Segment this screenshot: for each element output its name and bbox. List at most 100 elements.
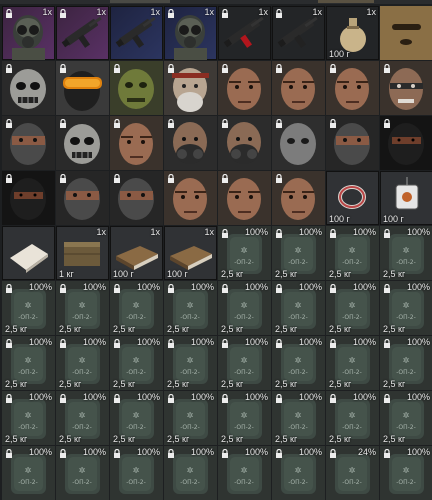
inventory-slot[interactable]: 1x [56,6,109,60]
inventory-slot[interactable]: ✲ -ОП-2- 100% 2,5 кг [110,391,163,445]
item-quantity: 1x [312,7,322,17]
inventory-slot[interactable]: 1x [218,6,271,60]
inventory-slot[interactable]: 1x 100 г [164,226,217,280]
svg-text:-ОП-2-: -ОП-2- [234,369,254,376]
svg-text:✲: ✲ [187,411,194,420]
inventory-slot[interactable]: ✲ -ОП-2- 100% [380,446,432,500]
inventory-slot[interactable]: ✲ -ОП-2- 100% [272,446,325,500]
svg-text:-ОП-2-: -ОП-2- [342,424,362,431]
inventory-slot[interactable]: ✲ -ОП-2- 100% 2,5 кг [380,226,432,280]
inventory-slot[interactable] [164,171,217,225]
svg-text:-ОП-2-: -ОП-2- [126,314,146,321]
inventory-slot[interactable] [272,61,325,115]
inventory-slot[interactable]: ✲ -ОП-2- 100% 2,5 кг [380,391,432,445]
inventory-slot[interactable]: ✲ -ОП-2- 100% [2,446,55,500]
item-weight: 2,5 кг [329,379,352,389]
inventory-slot[interactable]: 1x [272,6,325,60]
svg-text:✲: ✲ [241,301,248,310]
inventory-slot[interactable]: ✲ -ОП-2- 100% 2,5 кг [272,391,325,445]
inventory-slot[interactable]: ✲ -ОП-2- 100% 2,5 кг [110,281,163,335]
inventory-slot[interactable]: ✲ -ОП-2- 100% 2,5 кг [218,281,271,335]
inventory-slot[interactable]: 1x 100 г [326,6,379,60]
inventory-slot[interactable] [2,226,55,280]
inventory-slot[interactable]: ✲ -ОП-2- 100% 2,5 кг [2,391,55,445]
inventory-slot[interactable]: ✲ -ОП-2- 100% 2,5 кг [56,391,109,445]
inventory-slot[interactable] [2,171,55,225]
inventory-slot[interactable] [380,61,432,115]
inventory-slot[interactable]: ✲ -ОП-2- 100% 2,5 кг [218,226,271,280]
item-weight: 2,5 кг [167,434,190,444]
inventory-slot[interactable] [380,6,432,60]
item-quantity: 1x [42,7,52,17]
item-quantity: 100% [406,337,430,347]
inventory-slot[interactable]: ✲ -ОП-2- 100% [110,446,163,500]
svg-text:-ОП-2-: -ОП-2- [288,424,308,431]
inventory-slot[interactable] [56,116,109,170]
inventory-slot[interactable]: ✲ -ОП-2- 100% [164,446,217,500]
svg-text:-ОП-2-: -ОП-2- [288,479,308,486]
inventory-slot[interactable]: ✲ -ОП-2- 100% 2,5 кг [326,336,379,390]
inventory-slot[interactable] [56,61,109,115]
inventory-slot[interactable] [2,61,55,115]
inventory-slot[interactable]: ✲ -ОП-2- 100% [218,446,271,500]
inventory-slot[interactable] [164,116,217,170]
inventory-slot[interactable]: ✲ -ОП-2- 100% 2,5 кг [272,281,325,335]
inventory-slot[interactable]: ✲ -ОП-2- 100% 2,5 кг [2,281,55,335]
inventory-slot[interactable] [326,116,379,170]
inventory-slot[interactable] [110,61,163,115]
item-weight: 100 г [329,214,350,224]
inventory-slot[interactable] [380,116,432,170]
inventory-slot[interactable] [326,61,379,115]
inventory-slot[interactable]: ✲ -ОП-2- 24% [326,446,379,500]
inventory-slot[interactable]: ✲ -ОП-2- 100% 2,5 кг [164,336,217,390]
svg-text:-ОП-2-: -ОП-2- [180,424,200,431]
svg-text:-ОП-2-: -ОП-2- [342,259,362,266]
inventory-slot[interactable]: ✲ -ОП-2- 100% 2,5 кг [326,391,379,445]
inventory-slot[interactable] [272,171,325,225]
item-weight: 2,5 кг [329,434,352,444]
inventory-slot[interactable]: 1x 100 г [110,226,163,280]
inventory-slot[interactable]: 100 г [326,171,379,225]
inventory-slot[interactable]: ✲ -ОП-2- 100% 2,5 кг [326,281,379,335]
inventory-slot[interactable]: ✲ -ОП-2- 100% 2,5 кг [56,336,109,390]
inventory-slot[interactable]: ✲ -ОП-2- 100% 2,5 кг [218,336,271,390]
inventory-slot[interactable]: ✲ -ОП-2- 100% 2,5 кг [380,336,432,390]
inventory-slot[interactable] [272,116,325,170]
inventory-slot[interactable]: 1x [110,6,163,60]
svg-text:-ОП-2-: -ОП-2- [288,314,308,321]
inventory-slot[interactable] [56,171,109,225]
inventory-slot[interactable]: ✲ -ОП-2- 100% 2,5 кг [2,336,55,390]
inventory-slot[interactable]: 100 г [380,171,432,225]
item-weight: 2,5 кг [329,269,352,279]
inventory-slot[interactable] [218,116,271,170]
inventory-slot[interactable]: ✲ -ОП-2- 100% [56,446,109,500]
inventory-slot[interactable]: ✲ -ОП-2- 100% 2,5 кг [380,281,432,335]
top-bar-tab[interactable] [318,0,374,3]
inventory-slot[interactable]: ✲ -ОП-2- 100% 2,5 кг [326,226,379,280]
inventory-slot[interactable]: ✲ -ОП-2- 100% 2,5 кг [164,281,217,335]
inventory-slot[interactable] [110,116,163,170]
inventory-slot[interactable]: ✲ -ОП-2- 100% 2,5 кг [56,281,109,335]
top-bar-tab[interactable] [110,0,170,3]
inventory-slot[interactable] [218,61,271,115]
inventory-slot[interactable]: 1x [164,6,217,60]
inventory-slot[interactable]: ✲ -ОП-2- 100% 2,5 кг [218,391,271,445]
inventory-slot[interactable]: 1x 1 кг [56,226,109,280]
inventory-slot[interactable]: 1x [2,6,55,60]
item-quantity: 100% [136,282,160,292]
inventory-slot[interactable]: ✲ -ОП-2- 100% 2,5 кг [110,336,163,390]
item-weight: 2,5 кг [275,324,298,334]
item-quantity: 100% [244,392,268,402]
item-weight: 2,5 кг [329,324,352,334]
inventory-slot[interactable]: ✲ -ОП-2- 100% 2,5 кг [272,226,325,280]
item-quantity: 1x [150,7,160,17]
inventory-slot[interactable] [2,116,55,170]
inventory-slot[interactable] [164,61,217,115]
inventory-slot[interactable]: ✲ -ОП-2- 100% 2,5 кг [272,336,325,390]
inventory-slot[interactable] [218,171,271,225]
item-weight: 2,5 кг [5,324,28,334]
inventory-slot[interactable]: ✲ -ОП-2- 100% 2,5 кг [164,391,217,445]
svg-text:✲: ✲ [403,301,410,310]
item-weight: 2,5 кг [5,379,28,389]
inventory-slot[interactable] [110,171,163,225]
